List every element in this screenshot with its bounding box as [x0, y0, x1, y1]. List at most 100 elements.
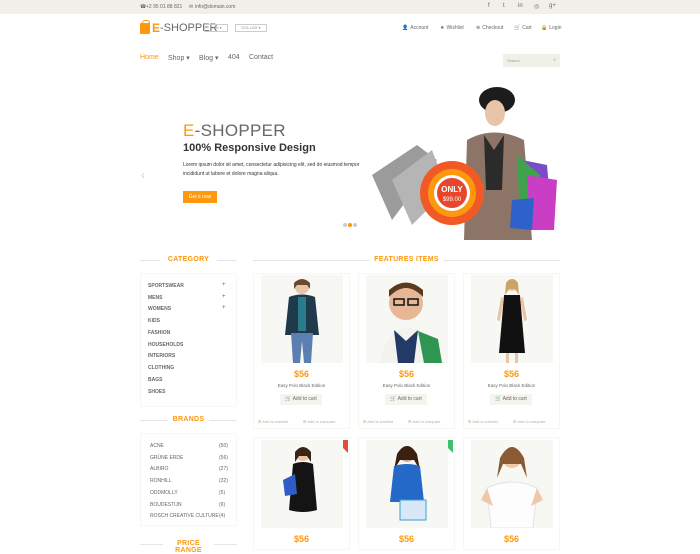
crosshairs-icon: ⊕ [476, 25, 481, 31]
plus-square-icon: ⊞ [363, 419, 367, 424]
add-to-wishlist-link[interactable]: ⊞ Add to wishlist [468, 419, 498, 424]
nav-404[interactable]: 404 [228, 54, 240, 61]
product-image[interactable] [261, 440, 343, 528]
brand-item[interactable]: ALBIRO [150, 466, 168, 472]
hero-text: Lorem ipsum dolor sit amet, consectetur … [183, 162, 360, 177]
currency-dropdown[interactable]: DOLLAR ▾ [235, 24, 267, 32]
nav-contact[interactable]: Contact [249, 54, 273, 61]
category-clothing[interactable]: CLOTHING [148, 365, 174, 371]
cart-icon: 🛒 [495, 396, 502, 402]
linkedin-icon[interactable]: in [518, 3, 523, 9]
plus-square-icon: ⊞ [258, 419, 262, 424]
brand-count: (5) [219, 490, 226, 496]
search-icon: ⌕ [553, 57, 556, 63]
product-name[interactable]: Easy Polo Black Edition [253, 383, 350, 388]
brand-item[interactable]: ROSCH CREATIVE CULTURE [150, 513, 219, 519]
category-households[interactable]: HOUSEHOLDS [148, 342, 183, 348]
brand-count: (32) [219, 478, 228, 484]
brand-count: (27) [219, 466, 228, 472]
product-name[interactable]: Easy Polo Black Edition [463, 383, 560, 388]
expand-plus-icon[interactable]: + [222, 282, 226, 288]
add-to-compare-link[interactable]: ⊞ Add to compare [513, 419, 546, 424]
hero-headline: 100% Responsive Design [183, 142, 316, 154]
category-heading: CATEGORY [160, 256, 217, 263]
country-dropdown[interactable]: USA ▾ [204, 24, 228, 32]
brands-heading: BRANDS [168, 416, 209, 423]
brand-count: (50) [219, 443, 228, 449]
product-price: $56 [293, 369, 310, 379]
top-bar [0, 0, 700, 14]
category-shoes[interactable]: SHOES [148, 389, 166, 395]
product-image[interactable] [471, 440, 553, 528]
product-name[interactable]: Easy Polo Black Edition [358, 383, 455, 388]
brand-count: (4) [219, 513, 226, 519]
nav-shop[interactable]: Shop ▾ [168, 54, 190, 62]
login-link[interactable]: 🔒 Login [541, 25, 561, 31]
twitter-icon[interactable]: t [503, 3, 505, 9]
category-womens[interactable]: WOMENS [148, 306, 171, 312]
google-plus-icon[interactable]: g+ [549, 3, 556, 9]
category-mens[interactable]: MENS [148, 295, 162, 301]
account-link[interactable]: 👤 Account [402, 25, 428, 31]
add-to-wishlist-link[interactable]: ⊞ Add to wishlist [363, 419, 393, 424]
slider-dot[interactable] [343, 223, 347, 227]
nav-blog[interactable]: Blog ▾ [199, 54, 218, 62]
product-price: $56 [503, 534, 520, 544]
category-bags[interactable]: BAGS [148, 377, 162, 383]
nav-home[interactable]: Home [140, 54, 159, 61]
hero-image: ONLY $99.00 [372, 80, 557, 242]
product-image[interactable] [366, 440, 448, 528]
cart-icon: 🛒 [390, 396, 397, 402]
facebook-icon[interactable]: f [488, 3, 490, 9]
category-sportswear[interactable]: SPORTSWEAR [148, 283, 184, 289]
dribbble-icon[interactable]: ◎ [534, 3, 539, 10]
category-interiors[interactable]: INTERIORS [148, 353, 175, 359]
add-to-cart-button[interactable]: 🛒 Add to cart [490, 394, 532, 405]
price-range-heading: PRICE RANGE [163, 540, 214, 554]
brand-item[interactable]: GRÜNE ERDE [150, 455, 183, 461]
slider-dot[interactable] [353, 223, 357, 227]
expand-plus-icon[interactable]: + [222, 305, 226, 311]
phone-number: +2 95 01 88 821 [146, 4, 183, 10]
slider-dot-active[interactable] [348, 223, 352, 227]
brand-item[interactable]: RONHILL [150, 478, 172, 484]
user-icon: 👤 [402, 25, 409, 31]
add-to-cart-button[interactable]: 🛒 Add to cart [280, 394, 322, 405]
add-to-wishlist-link[interactable]: ⊞ Add to wishlist [258, 419, 288, 424]
add-to-cart-button[interactable]: 🛒 Add to cart [385, 394, 427, 405]
logo-e: E [152, 21, 161, 35]
expand-plus-icon[interactable]: + [222, 294, 226, 300]
wishlist-link[interactable]: ★ Wishlist [440, 25, 464, 31]
brand-item[interactable]: ODDMOLLY [150, 490, 178, 496]
email-address: info@domain.com [195, 4, 236, 10]
product-price: $56 [398, 369, 415, 379]
category-fashion[interactable]: FASHION [148, 330, 170, 336]
add-to-compare-link[interactable]: ⊞ Add to compare [303, 419, 336, 424]
email-icon: ✉ [189, 4, 194, 10]
star-icon: ★ [440, 25, 445, 31]
hero-brand: E-SHOPPER [183, 121, 286, 140]
product-image[interactable] [261, 275, 343, 363]
checkout-link[interactable]: ⊕ Checkout [476, 25, 503, 31]
plus-square-icon: ⊞ [513, 419, 517, 424]
category-kids[interactable]: KIDS [148, 318, 160, 324]
slider-prev-arrow[interactable]: ‹ [141, 168, 145, 182]
plus-square-icon: ⊞ [303, 419, 307, 424]
hero-tag-label: ONLY [441, 185, 463, 194]
product-image[interactable] [366, 275, 448, 363]
features-heading: FEATURES ITEMS [370, 256, 443, 263]
lock-icon: 🔒 [541, 25, 548, 31]
brand-count: (56) [219, 455, 228, 461]
product-image[interactable] [471, 275, 553, 363]
cart-link[interactable]: 🛒 Cart [514, 25, 532, 31]
search-input[interactable]: Search ⌕ [503, 54, 560, 67]
plus-square-icon: ⊞ [468, 419, 472, 424]
brand-item[interactable]: ACNE [150, 443, 164, 449]
product-price: $56 [398, 534, 415, 544]
add-to-compare-link[interactable]: ⊞ Add to compare [408, 419, 441, 424]
brand-item[interactable]: BOUDESTIJN [150, 502, 182, 508]
brand-count: (9) [219, 502, 226, 508]
cart-icon: 🛒 [285, 396, 292, 402]
get-it-now-button[interactable]: Get it now [183, 191, 217, 203]
product-price: $56 [503, 369, 520, 379]
